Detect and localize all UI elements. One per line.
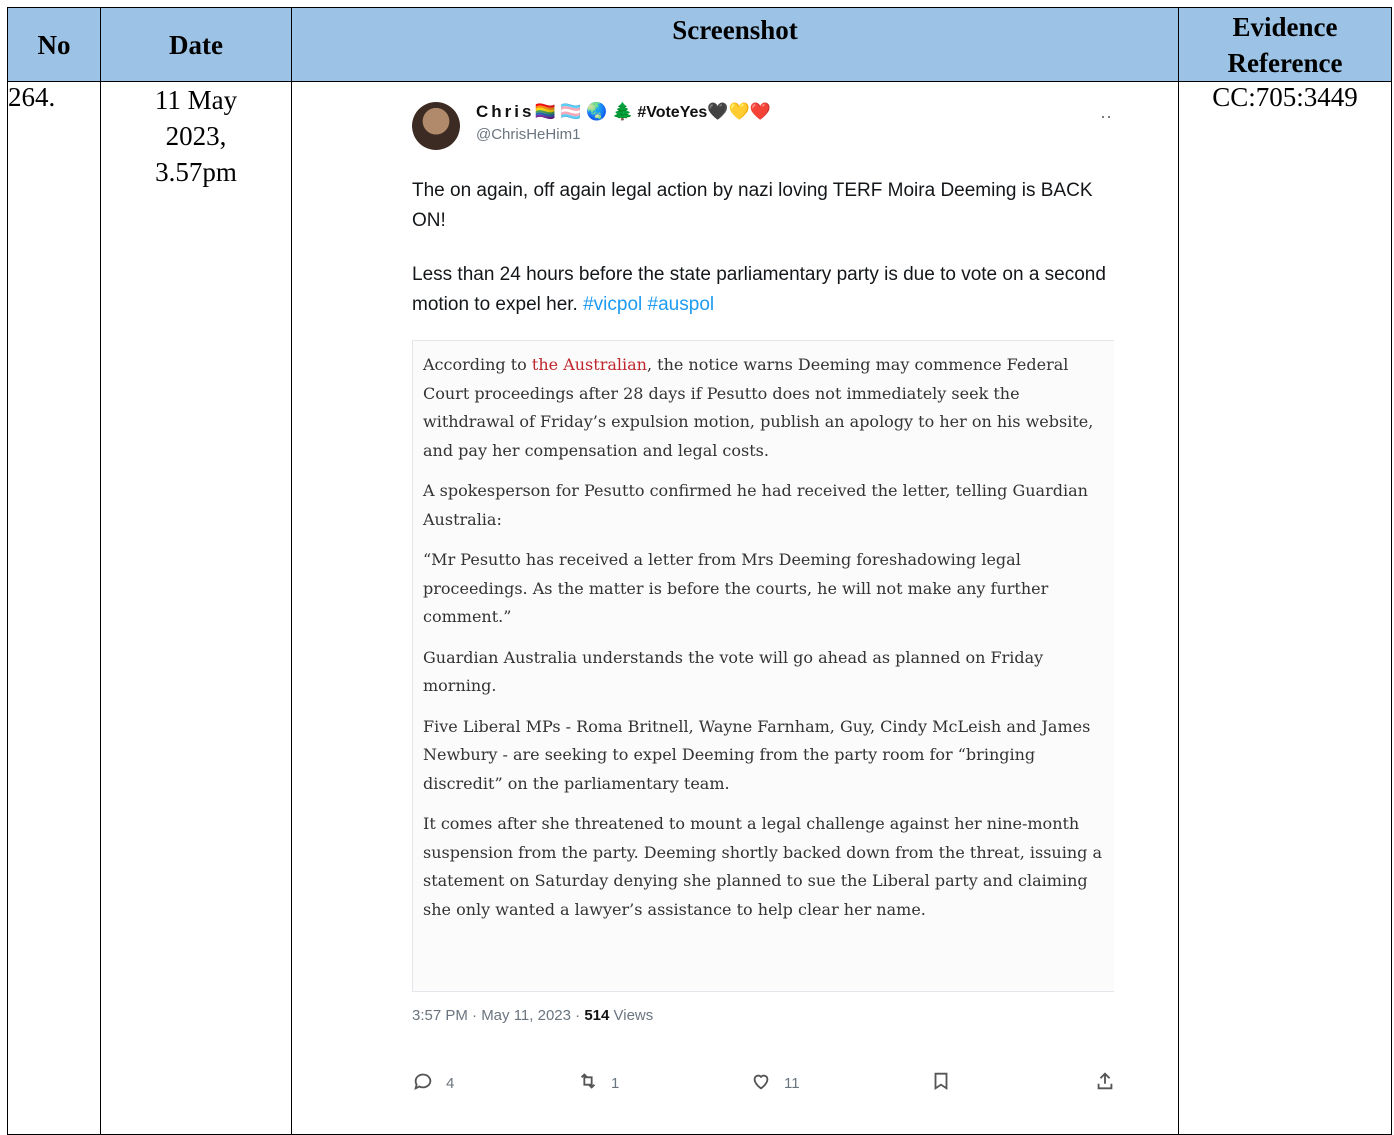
header-date: Date [100, 7, 292, 82]
row-number: 264. [7, 81, 101, 1135]
header-row: No Date Screenshot Evidence Reference [7, 7, 1392, 82]
retweet-icon [577, 1070, 599, 1096]
name-emojis: 🏳️‍🌈 🏳️‍⚧️ 🌏 🌲 [534, 102, 634, 121]
views-count: 514 [584, 1007, 610, 1024]
user-handle[interactable]: @ChrisHeHim1 [476, 126, 580, 143]
retweet-count: 1 [611, 1074, 620, 1092]
display-name[interactable]: Chris🏳️‍🌈 🏳️‍⚧️ 🌏 🌲 #VoteYes🖤💛❤️ [476, 102, 771, 122]
share-icon [1094, 1070, 1116, 1096]
table-row: 264. 11 May 2023, 3.57pm Chris🏳️‍🌈 🏳️‍⚧️… [7, 81, 1392, 1135]
tweet-timestamp: 3:57 PM · May 11, 2023 · 514 Views [412, 1007, 654, 1024]
header-screenshot: Screenshot [291, 7, 1179, 82]
bookmark-icon [930, 1070, 952, 1096]
evidence-reference: CC:705:3449 [1178, 81, 1392, 1135]
tweet-actions: 4 1 11 [412, 1070, 1122, 1100]
hashtag-auspol[interactable]: #auspol [648, 294, 715, 315]
header-no: No [7, 7, 101, 82]
like-button[interactable]: 11 [750, 1070, 800, 1096]
heart-icon [750, 1070, 772, 1096]
reply-icon [412, 1070, 434, 1096]
row-date: 11 May 2023, 3.57pm [100, 81, 292, 1135]
tweet-text: The on again, off again legal action by … [412, 176, 1122, 344]
like-count: 11 [784, 1074, 800, 1092]
hashtag-vicpol[interactable]: #vicpol [583, 294, 642, 315]
tweet-paragraph-1: The on again, off again legal action by … [412, 180, 1093, 231]
tweet-paragraph-2: Less than 24 hours before the state parl… [412, 264, 1106, 315]
reply-button[interactable]: 4 [412, 1070, 454, 1096]
article-excerpt-image[interactable]: According to the Australian, the notice … [412, 340, 1114, 992]
excerpt-paragraph-3: “Mr Pesutto has received a letter from M… [423, 550, 1049, 626]
the-australian-link: the Australian [531, 355, 647, 374]
reply-count: 4 [446, 1074, 455, 1092]
excerpt-paragraph-6: It comes after she threatened to mount a… [423, 814, 1103, 919]
excerpt-paragraph-4: Guardian Australia understands the vote … [423, 647, 1044, 696]
header-evidence-reference: Evidence Reference [1178, 7, 1392, 82]
name-hearts: 🖤💛❤️ [707, 102, 771, 121]
share-button[interactable] [1094, 1070, 1116, 1096]
evidence-table: No Date Screenshot Evidence Reference 26… [7, 7, 1392, 1135]
excerpt-paragraph-1: According to the Australian, the notice … [423, 355, 1094, 460]
avatar[interactable] [412, 102, 460, 150]
bookmark-button[interactable] [930, 1070, 952, 1096]
screenshot-cell: Chris🏳️‍🌈 🏳️‍⚧️ 🌏 🌲 #VoteYes🖤💛❤️ @ChrisHe… [291, 81, 1179, 1135]
excerpt-paragraph-5: Five Liberal MPs - Roma Britnell, Wayne … [423, 716, 1091, 793]
tweet-screenshot: Chris🏳️‍🌈 🏳️‍⚧️ 🌏 🌲 #VoteYes🖤💛❤️ @ChrisHe… [292, 82, 1178, 1134]
ellipsis-icon[interactable]: ·· [1100, 106, 1112, 127]
retweet-button[interactable]: 1 [577, 1070, 619, 1096]
excerpt-paragraph-2: A spokesperson for Pesutto confirmed he … [423, 481, 1088, 529]
